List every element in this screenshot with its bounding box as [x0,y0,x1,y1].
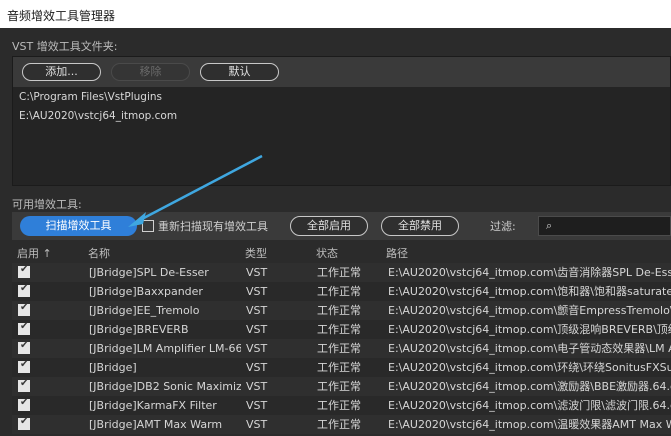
column-header-type[interactable]: 类型 [245,245,267,263]
column-header-status[interactable]: 状态 [316,245,338,263]
plugin-path: E:\AU2020\vstcj64_itmop.com\颤音EmpressTre… [388,304,671,317]
plugin-name: [JBridge]EE_Tremolo [89,304,200,317]
scan-plugins-button[interactable]: 扫描增效工具 [20,216,137,236]
plugin-name: [JBridge]Baxxpander [89,285,203,298]
vst-path-item[interactable]: E:\AU2020\vstcj64_itmop.com [13,108,670,127]
plugin-status: 工作正常 [317,380,361,393]
plugin-status: 工作正常 [317,304,361,317]
available-section-label: 可用增效工具: [12,198,82,211]
plugin-path: E:\AU2020\vstcj64_itmop.com\齿音消除器SPL De-… [388,266,671,279]
plugin-name: [JBridge]LM Amplifier LM-662 [89,342,241,355]
filter-input[interactable]: ⌕ [538,216,671,236]
plugin-name: [JBridge]BREVERB [89,323,189,336]
enable-checkbox[interactable] [18,416,30,430]
plugin-status: 工作正常 [317,266,361,279]
plugin-path: E:\AU2020\vstcj64_itmop.com\激励器\BBE激励器.6… [388,380,671,393]
window-title: 音频增效工具管理器 [0,0,671,28]
add-button[interactable]: 添加... [22,63,101,81]
table-row[interactable]: [JBridge] VST 工作正常 E:\AU2020\vstcj64_itmop.… [12,358,671,377]
table-row[interactable]: [JBridge]KarmaFX Filter VST 工作正常 E:\AU2020\… [12,396,671,415]
enable-checkbox[interactable] [18,359,30,373]
table-row[interactable]: [JBridge]LM Amplifier LM-662 VST 工作正常 E:\AU… [12,339,671,358]
vst-toolbar: 添加... 移除 默认 [13,57,670,87]
plugin-path: E:\AU2020\vstcj64_itmop.com\滤波门限\滤波门限.64… [388,399,671,412]
plugin-type: VST [246,418,268,431]
plugin-type: VST [246,380,268,393]
disable-all-button[interactable]: 全部禁用 [381,216,459,236]
plugin-type: VST [246,266,268,279]
table-row[interactable]: [JBridge]SPL De-Esser VST 工作正常 E:\AU2020\vs… [12,263,671,282]
plugin-type: VST [246,342,268,355]
plugin-name: [JBridge] [89,361,137,374]
vst-section-label: VST 增效工具文件夹: [12,40,118,53]
plugin-path: E:\AU2020\vstcj64_itmop.com\电子管动态效果器\LM … [388,342,671,355]
plugin-type: VST [246,399,268,412]
remove-button[interactable]: 移除 [111,63,190,81]
plugin-name: [JBridge]AMT Max Warm [89,418,223,431]
table-row[interactable]: [JBridge]Baxxpander VST 工作正常 E:\AU2020\vstc… [12,282,671,301]
vst-path-item[interactable]: C:\Program Files\VstPlugins [13,89,670,108]
plugin-path: E:\AU2020\vstcj64_itmop.com\温暖效果器AMT Max… [388,418,671,431]
search-icon: ⌕ [546,219,553,232]
column-header-enabled[interactable]: 启用 ↑ [17,245,52,263]
plugin-type: VST [246,323,268,336]
plugin-path: E:\AU2020\vstcj64_itmop.com\环绕\环绕Sonitus… [388,361,671,374]
plugin-name: [JBridge]KarmaFX Filter [89,399,217,412]
table-row[interactable]: [JBridge]DB2 Sonic Maximizer VST 工作正常 E:\AU… [12,377,671,396]
enable-checkbox[interactable] [18,283,30,297]
plugin-type: VST [246,361,268,374]
enable-all-button[interactable]: 全部启用 [290,216,368,236]
plugin-path: E:\AU2020\vstcj64_itmop.com\顶级混响BREVERB\… [388,323,671,336]
default-button[interactable]: 默认 [200,63,279,81]
enable-checkbox[interactable] [18,397,30,411]
enable-checkbox[interactable] [18,264,30,278]
column-header-path[interactable]: 路径 [386,245,408,263]
plugin-status: 工作正常 [317,418,361,431]
plugin-name: [JBridge]SPL De-Esser [89,266,209,279]
column-header-name[interactable]: 名称 [88,245,110,263]
plugin-name: [JBridge]DB2 Sonic Maximizer [89,380,241,393]
plugin-status: 工作正常 [317,342,361,355]
table-row[interactable]: [JBridge]BREVERB VST 工作正常 E:\AU2020\vstcj64… [12,320,671,339]
plugin-type: VST [246,304,268,317]
plugin-status: 工作正常 [317,323,361,336]
rescan-label: 重新扫描现有增效工具 [158,220,268,233]
vst-folder-panel: 添加... 移除 默认 C:\Program Files\VstPlugins … [12,56,671,186]
enable-checkbox[interactable] [18,340,30,354]
filter-label: 过滤: [490,220,516,233]
plugins-table: 启用 ↑ 名称 类型 状态 路径 [JBridge]SPL De-Esser VS… [12,245,671,436]
table-row[interactable]: [JBridge]AMT Max Warm VST 工作正常 E:\AU2020\vs… [12,415,671,434]
enable-checkbox[interactable] [18,378,30,392]
plugin-path: E:\AU2020\vstcj64_itmop.com\饱和器\饱和器satur… [388,285,671,298]
enable-checkbox[interactable] [18,321,30,335]
plugin-status: 工作正常 [317,285,361,298]
plugin-status: 工作正常 [317,361,361,374]
plugin-type: VST [246,285,268,298]
rescan-checkbox[interactable] [142,220,154,232]
enable-checkbox[interactable] [18,302,30,316]
plugin-status: 工作正常 [317,399,361,412]
table-row[interactable]: [JBridge]EE_Tremolo VST 工作正常 E:\AU2020\vstc… [12,301,671,320]
